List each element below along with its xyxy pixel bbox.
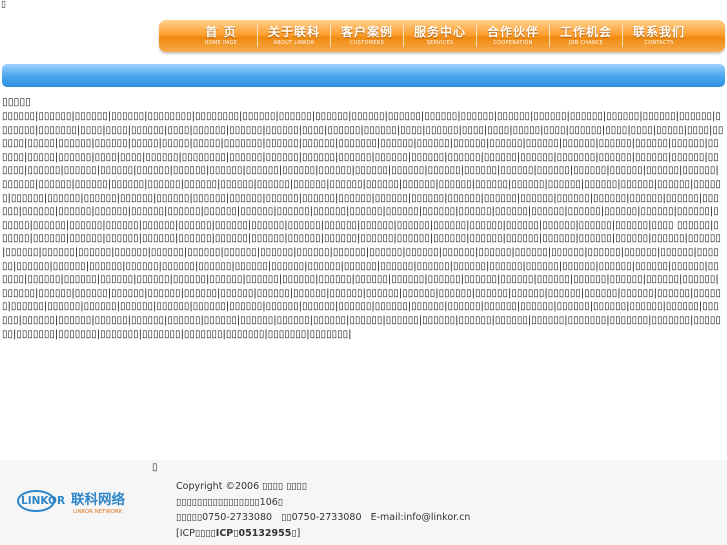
copyright-line: Copyright ©2006 ▯▯▯▯ ▯▯▯▯ [176, 481, 307, 492]
nav-item-label: 首 页 [205, 24, 237, 39]
article-body: ▯▯▯▯▯▯|▯▯▯▯▯▯|▯▯▯▯▯▯|▯▯▯▯▯▯|▯▯▯▯▯▯▯▯|▯▯▯… [2, 110, 724, 341]
article-text-continued: |▯▯▯▯▯▯|▯▯▯▯▯▯|▯▯▯▯▯▯|▯▯▯▯▯▯|▯▯▯▯▯▯|▯▯▯▯… [2, 219, 721, 340]
footer: ▯ LINKOR 联科网络 LINKOR NETWORK Copyright ©… [0, 460, 727, 545]
article: ▯▯▯▯▯ ▯▯▯▯▯▯|▯▯▯▯▯▯|▯▯▯▯▯▯|▯▯▯▯▯▯|▯▯▯▯▯▯… [2, 96, 724, 341]
email-link[interactable]: E-mail:info@linkor.cn [371, 512, 471, 523]
nav-item-3[interactable]: 服务中心 SERVICES [404, 24, 476, 47]
nav-item-2[interactable]: 客户案例 CUSTOMERS [331, 24, 403, 47]
article-text: ▯▯▯▯▯▯|▯▯▯▯▯▯|▯▯▯▯▯▯|▯▯▯▯▯▯|▯▯▯▯▯▯▯▯|▯▯▯… [2, 111, 724, 231]
nav-item-sublabel: JOB CHANCE [568, 39, 604, 46]
icp-number-link[interactable]: ICP▯05132955 [216, 528, 292, 539]
fax-value: 0750-2733080 [291, 512, 362, 523]
top-marker: ▯ [1, 0, 6, 10]
footer-info: Copyright ©2006 ▯▯▯▯ ▯▯▯▯ ▯▯▯▯▯▯▯▯▯▯▯▯▯▯… [176, 479, 470, 541]
nav-item-sublabel: CUSTOMERS [349, 39, 385, 46]
nav-item-label: 客户案例 [340, 24, 393, 39]
nav-item-label: 工作机会 [559, 24, 612, 39]
nav-item-sublabel: SERVICES [426, 39, 454, 46]
footer-marker: ▯ [152, 462, 158, 473]
icp-suffix: ▯] [291, 527, 301, 539]
nav-item-sublabel: COOPERATION [493, 39, 533, 46]
icp-prefix: [ICP▯▯▯▯ [176, 527, 216, 539]
logo-subtext: LINKOR NETWORK [73, 509, 123, 515]
icp-line: [ICP▯▯▯▯ICP▯05132955▯] [176, 526, 470, 542]
article-bold-text: ▯▯▯▯ ▯▯▯▯▯▯ [651, 219, 710, 231]
logo-wordmark-en: LINKOR [21, 495, 65, 507]
address-line: ▯▯▯▯▯▯▯▯▯▯▯▯▯▯▯▯106▯ [176, 496, 284, 508]
article-title: ▯▯▯▯▯ [2, 96, 31, 108]
nav-item-sublabel: CONTACTS [644, 39, 674, 46]
blue-banner-bar [2, 64, 725, 87]
contact-line: ▯▯▯▯▯0750-2733080 ▯▯0750-2733080 E-mail:… [176, 510, 470, 526]
nav-item-6[interactable]: 联系我们 CONTACTS [623, 24, 695, 47]
phone-label: ▯▯▯▯▯ [176, 512, 203, 523]
nav-item-sublabel: HOME PAGE [204, 39, 238, 46]
nav-item-1[interactable]: 关于联科 ABOUT LINKOR [258, 24, 330, 47]
phone-value: 0750-2733080 [202, 512, 273, 523]
nav-item-label: 服务中心 [413, 24, 466, 39]
linkor-logo: LINKOR 联科网络 LINKOR NETWORK [17, 490, 125, 515]
nav-item-label: 关于联科 [267, 24, 320, 39]
nav-item-4[interactable]: 合作伙伴 COOPERATION [477, 24, 549, 47]
nav-item-sublabel: ABOUT LINKOR [273, 39, 315, 46]
fax-label: ▯▯ [281, 512, 292, 523]
nav-item-5[interactable]: 工作机会 JOB CHANCE [550, 24, 622, 47]
nav-item-0[interactable]: 首 页 HOME PAGE [185, 24, 257, 47]
nav-item-label: 合作伙伴 [486, 24, 539, 39]
logo-wordmark-zh: 联科网络 [71, 491, 125, 508]
main-nav: 首 页 HOME PAGE 关于联科 ABOUT LINKOR 客户案例 CUSTOMER… [159, 20, 725, 52]
nav-item-label: 联系我们 [632, 24, 685, 39]
